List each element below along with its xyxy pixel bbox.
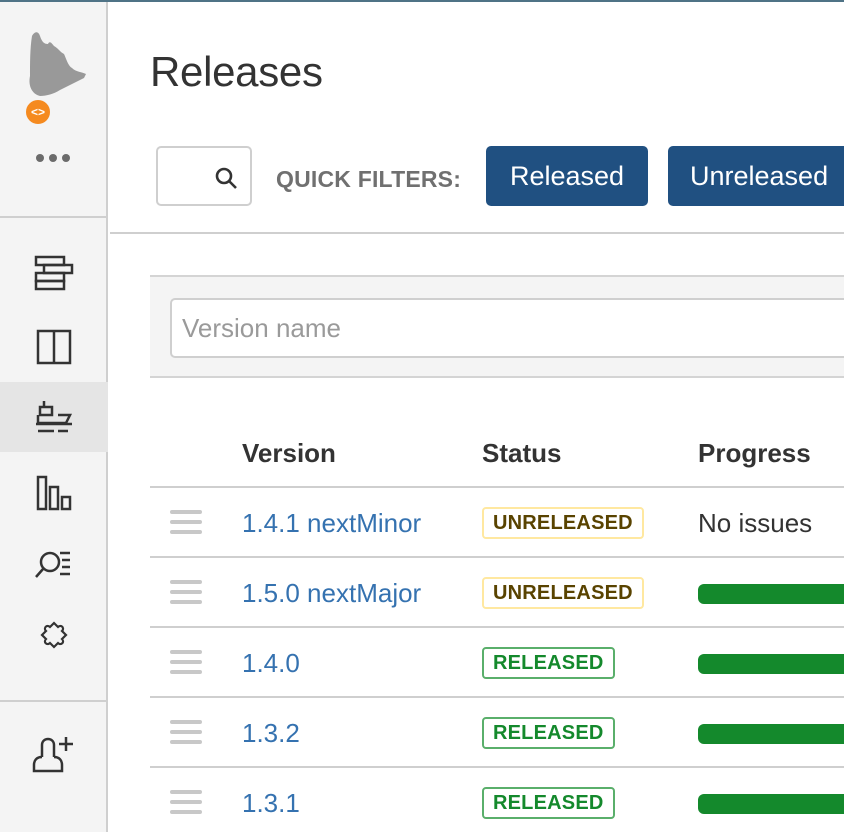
quick-filters-label: QUICK FILTERS: [276, 166, 462, 192]
version-link[interactable]: 1.3.1 [242, 788, 300, 819]
page-title: Releases [150, 48, 323, 95]
table-row: 1.3.1 RELEASED [150, 766, 844, 832]
sidebar-divider [0, 216, 108, 218]
main-content: Releases QUICK FILTERS: Released Unrelea… [110, 2, 844, 832]
sidebar-item-addons[interactable] [0, 600, 108, 670]
version-link[interactable]: 1.4.1 nextMinor [242, 508, 421, 539]
table-row: 1.4.1 nextMinor UNRELEASED No issues [150, 486, 844, 556]
table-row: 1.4.0 RELEASED [150, 626, 844, 696]
code-badge-icon: <> [24, 98, 52, 126]
column-header-status: Status [482, 438, 562, 468]
drag-handle-icon[interactable] [170, 720, 202, 744]
sidebar-item-releases[interactable] [0, 382, 108, 452]
status-badge: UNRELEASED [482, 577, 644, 609]
drag-handle-icon[interactable] [170, 580, 202, 604]
sidebar-item-board[interactable] [0, 312, 108, 382]
add-user-icon [32, 737, 73, 773]
status-badge: RELEASED [482, 647, 615, 679]
progress-bar [698, 794, 844, 814]
sidebar-item-reports[interactable] [0, 458, 108, 528]
sidebar-item-backlog[interactable] [0, 238, 108, 308]
sidebar-item-invite-people[interactable] [0, 720, 108, 790]
version-link[interactable]: 1.5.0 nextMajor [242, 578, 421, 609]
puzzle-icon [40, 621, 68, 649]
sidebar-item-issues[interactable] [0, 530, 108, 600]
search-icon [215, 167, 237, 189]
bird-logo-icon [29, 32, 86, 96]
search-list-icon [35, 551, 70, 578]
sidebar: <> [0, 2, 108, 832]
drag-handle-icon[interactable] [170, 650, 202, 674]
version-link[interactable]: 1.4.0 [242, 648, 300, 679]
more-menu-icon[interactable] [36, 154, 70, 162]
drag-handle-icon[interactable] [170, 510, 202, 534]
column-header-progress: Progress [698, 438, 811, 468]
version-name-input[interactable] [170, 298, 844, 358]
board-icon [36, 329, 72, 365]
progress-text: No issues [698, 508, 813, 538]
status-badge: UNRELEASED [482, 507, 644, 539]
status-badge: RELEASED [482, 787, 615, 819]
project-avatar[interactable]: <> [10, 28, 90, 126]
header-divider [110, 232, 844, 234]
version-filter-panel [150, 275, 844, 378]
progress-bar [698, 724, 844, 744]
progress-bar [698, 584, 844, 604]
backlog-icon [34, 255, 74, 291]
quick-filter-unreleased[interactable]: Unreleased [668, 146, 844, 206]
table-row: 1.5.0 nextMajor UNRELEASED [150, 556, 844, 626]
ship-icon [36, 401, 73, 433]
version-link[interactable]: 1.3.2 [242, 718, 300, 749]
table-row: 1.3.2 RELEASED [150, 696, 844, 766]
drag-handle-icon[interactable] [170, 790, 202, 814]
status-badge: RELEASED [482, 717, 615, 749]
progress-bar [698, 654, 844, 674]
column-header-version[interactable]: Version [242, 438, 336, 469]
quick-filter-released[interactable]: Released [486, 146, 648, 206]
bar-chart-icon [36, 475, 72, 511]
search-input[interactable] [156, 146, 252, 206]
sidebar-divider [0, 700, 108, 702]
